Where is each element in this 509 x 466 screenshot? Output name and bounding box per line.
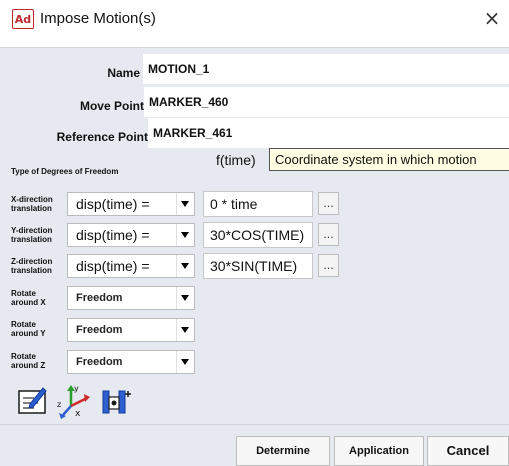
- dof-row-label-line2: around X: [11, 298, 46, 307]
- reference-point-field[interactable]: MARKER_461: [148, 118, 509, 148]
- dof-row-label-line1: Rotate: [11, 320, 36, 329]
- application-button[interactable]: Application: [334, 436, 424, 466]
- footer-divider: [0, 424, 509, 425]
- coordinate-axes-icon[interactable]: x z y: [56, 382, 92, 420]
- dof-row-label: Y-direction translation: [11, 226, 52, 244]
- select-value: Freedom: [76, 324, 123, 336]
- dof-row-label-line2: translation: [11, 266, 52, 275]
- move-point-label: Move Point: [79, 99, 144, 113]
- rotate-z-select[interactable]: Freedom: [67, 350, 195, 374]
- y-function-builder-button[interactable]: ...: [318, 223, 339, 246]
- dof-row-label: Rotate around Z: [11, 352, 45, 370]
- select-value: Freedom: [76, 356, 123, 368]
- title-bar: Ad Impose Motion(s) ×: [0, 0, 509, 48]
- chevron-down-icon[interactable]: [176, 224, 194, 246]
- svg-text:x: x: [75, 409, 81, 419]
- x-function-builder-button[interactable]: ...: [318, 192, 339, 215]
- ftime-label: f(time): [216, 152, 256, 168]
- dof-header-label: Type of Degrees of Freedom: [11, 167, 119, 176]
- chevron-down-icon[interactable]: [176, 255, 194, 277]
- name-label: Name: [107, 66, 140, 80]
- select-value: Freedom: [76, 292, 123, 304]
- dof-row-label: Rotate around Y: [11, 320, 46, 338]
- z-expression-field[interactable]: 30*SIN(TIME): [203, 253, 313, 279]
- svg-text:y: y: [74, 384, 79, 393]
- y-motion-type-select[interactable]: disp(time) =: [67, 223, 195, 247]
- dof-row-label: Z-direction translation: [11, 257, 52, 275]
- dof-row-label-line1: Rotate: [11, 289, 36, 298]
- name-field[interactable]: MOTION_1: [143, 54, 509, 84]
- rotate-x-select[interactable]: Freedom: [67, 286, 195, 310]
- close-button[interactable]: ×: [482, 7, 502, 29]
- dof-row-label-line2: around Y: [11, 329, 46, 338]
- cancel-button[interactable]: Cancel: [427, 436, 509, 466]
- z-function-builder-button[interactable]: ...: [318, 254, 339, 277]
- dof-row-label-line1: Z-direction: [11, 257, 53, 266]
- y-expression-field[interactable]: 30*COS(TIME): [203, 222, 313, 248]
- tooltip: Coordinate system in which motion: [269, 148, 509, 171]
- dof-row-label-line2: translation: [11, 235, 52, 244]
- select-value: disp(time) =: [76, 227, 150, 243]
- select-value: disp(time) =: [76, 258, 150, 274]
- dof-row-label-line2: translation: [11, 204, 52, 213]
- chevron-down-icon[interactable]: [176, 287, 194, 309]
- app-logo-icon: Ad: [12, 9, 34, 29]
- dof-row-label: X-direction translation: [11, 195, 53, 213]
- chevron-down-icon[interactable]: [176, 319, 194, 341]
- dof-row-label: Rotate around X: [11, 289, 46, 307]
- dof-row-label-line1: Y-direction: [11, 226, 53, 235]
- rotate-y-select[interactable]: Freedom: [67, 318, 195, 342]
- move-point-field[interactable]: MARKER_460: [144, 87, 509, 117]
- dof-row-label-line2: around Z: [11, 361, 46, 370]
- impose-motion-dialog: Ad Impose Motion(s) × Name MOTION_1 Move…: [0, 0, 509, 466]
- svg-text:z: z: [57, 400, 61, 409]
- window-title: Impose Motion(s): [40, 10, 156, 27]
- z-motion-type-select[interactable]: disp(time) =: [67, 254, 195, 278]
- x-expression-field[interactable]: 0 * time: [203, 191, 313, 217]
- chevron-down-icon[interactable]: [176, 193, 194, 215]
- determine-button[interactable]: Determine: [236, 436, 330, 466]
- dof-row-label-line1: Rotate: [11, 352, 36, 361]
- dof-row-label-line1: X-direction: [11, 195, 53, 204]
- reference-point-label: Reference Point: [56, 130, 148, 144]
- joint-motion-icon[interactable]: [98, 382, 134, 420]
- chevron-down-icon[interactable]: [176, 351, 194, 373]
- edit-form-icon[interactable]: [14, 382, 50, 420]
- x-motion-type-select[interactable]: disp(time) =: [67, 192, 195, 216]
- select-value: disp(time) =: [76, 196, 150, 212]
